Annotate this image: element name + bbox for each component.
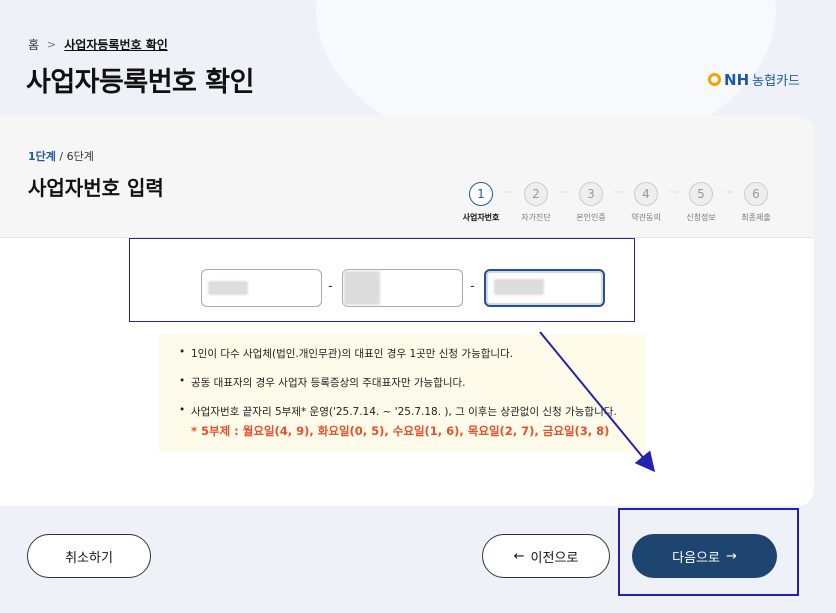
separator-dash: - [470, 279, 475, 294]
notice-item: 공동 대표자의 경우 사업자 등록증상의 주대표자만 가능합니다. [179, 375, 631, 390]
cancel-button[interactable]: 취소하기 [27, 534, 151, 578]
arrow-right-icon: → [725, 548, 737, 564]
step-dots: ··· [614, 188, 623, 198]
step-circle: 4 [634, 182, 658, 206]
step-label: 신청정보 [686, 213, 716, 222]
card-header: 1단계 / 6단계 사업자번호 입력 1 사업자번호 ··· 2 자가진단 ··… [0, 116, 814, 238]
logo-mark-icon [708, 73, 722, 86]
masked-value [494, 279, 544, 295]
step-circle: 2 [524, 182, 548, 206]
breadcrumb: 홈 > 사업자등록번호 확인 [28, 36, 168, 53]
stepper-step-4: 4 약관동의 [623, 182, 669, 223]
step-label: 본인인증 [576, 213, 606, 222]
prev-label: 이전으로 [530, 550, 579, 566]
masked-value [208, 281, 248, 295]
step-dots: ··· [724, 188, 733, 198]
notice-item: 사업자번호 끝자리 5부제* 운영('25.7.14. ~ '25.7.18. … [179, 404, 631, 419]
masked-value [344, 271, 380, 305]
step-label: 약관동의 [631, 213, 661, 222]
prev-button[interactable]: ← 이전으로 [482, 534, 610, 578]
step-dots: ··· [669, 188, 678, 198]
logo-brand: NH [724, 70, 750, 89]
stepper-step-5: 5 신청정보 [678, 182, 724, 223]
form-card: 1단계 / 6단계 사업자번호 입력 1 사업자번호 ··· 2 자가진단 ··… [0, 116, 814, 506]
stepper-step-3: 3 본인인증 [568, 182, 614, 223]
step-title: 사업자번호 입력 [28, 176, 164, 200]
breadcrumb-home[interactable]: 홈 [28, 36, 39, 53]
breadcrumb-separator: > [47, 38, 57, 51]
cancel-label: 취소하기 [65, 550, 113, 566]
step-count: 1단계 / 6단계 [28, 148, 94, 164]
breadcrumb-current[interactable]: 사업자등록번호 확인 [64, 36, 168, 53]
nh-card-logo: NH 농협카드 [708, 70, 800, 89]
step-circle: 1 [469, 182, 493, 206]
next-label: 다음으로 [672, 550, 720, 566]
business-number-input-group: - - [129, 238, 635, 322]
step-label: 사업자번호 [462, 213, 500, 222]
notice-highlight: * 5부제 : 월요일(4, 9), 화요일(0, 5), 수요일(1, 6),… [191, 424, 610, 438]
notice-item: 1인이 다수 사업체(법인.개인무관)의 대표인 경우 1곳만 신청 가능합니다… [179, 346, 631, 361]
step-circle: 5 [689, 182, 713, 206]
total-steps: / 6단계 [55, 150, 94, 163]
notice-box: 1인이 다수 사업체(법인.개인무관)의 대표인 경우 1곳만 신청 가능합니다… [159, 334, 645, 452]
notice-list: 1인이 다수 사업체(법인.개인무관)의 대표인 경우 1곳만 신청 가능합니다… [179, 346, 631, 419]
stepper: 1 사업자번호 ··· 2 자가진단 ··· 3 본인인증 ··· 4 약관동의… [458, 182, 779, 223]
stepper-step-1: 1 사업자번호 [458, 182, 504, 223]
step-label: 최종제출 [741, 213, 771, 222]
separator-dash: - [328, 279, 333, 294]
step-circle: 6 [744, 182, 768, 206]
step-circle: 3 [579, 182, 603, 206]
stepper-step-2: 2 자가진단 [513, 182, 559, 223]
step-dots: ··· [559, 188, 568, 198]
next-button[interactable]: 다음으로 → [632, 534, 777, 578]
stepper-step-6: 6 최종제출 [733, 182, 779, 223]
logo-sub: 농협카드 [752, 74, 800, 89]
current-step: 1단계 [28, 150, 56, 163]
arrow-left-icon: ← [513, 548, 525, 564]
step-label: 자가진단 [521, 213, 551, 222]
page-title: 사업자등록번호 확인 [26, 67, 254, 98]
step-dots: ··· [504, 188, 513, 198]
